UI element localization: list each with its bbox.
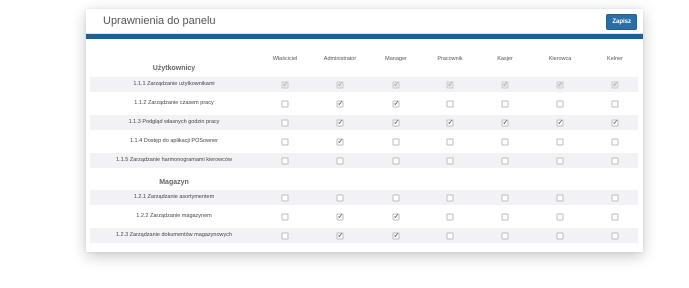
permission-label: 1.2.2 Zarządzanie magazynem: [136, 213, 212, 219]
permission-checkbox[interactable]: [336, 231, 344, 240]
permission-label: 1.1.4 Dostęp do aplikacji POSowner: [129, 138, 219, 144]
permission-checkbox: [336, 80, 344, 89]
permission-checkbox[interactable]: [336, 118, 344, 127]
permission-checkbox[interactable]: [392, 212, 400, 221]
permission-checkbox[interactable]: [336, 137, 344, 146]
permission-checkbox[interactable]: [281, 213, 289, 220]
permission-checkbox[interactable]: [501, 232, 509, 239]
permission-row: 1.1.3 Podgląd własnych godzin pracy: [90, 115, 638, 130]
column-header: Administrator: [323, 56, 357, 62]
permission-checkbox[interactable]: [446, 100, 454, 107]
permission-checkbox[interactable]: [556, 138, 564, 145]
permission-checkbox[interactable]: [446, 138, 454, 145]
panel-header: Uprawnienia do panelu Zapisz: [86, 9, 643, 34]
permission-label: 1.1.1 Zarządzanie użytkownikami: [133, 81, 215, 87]
accent-bar: [86, 34, 643, 39]
permission-label: 1.2.3 Zarządzanie dokumentów magazynowyc…: [115, 232, 233, 238]
permission-row: 1.2.3 Zarządzanie dokumentów magazynowyc…: [90, 228, 638, 243]
permission-checkbox: [501, 80, 509, 89]
permission-checkbox[interactable]: [501, 138, 509, 145]
permission-checkbox[interactable]: [336, 212, 344, 221]
permission-row: 1.1.4 Dostęp do aplikacji POSowner: [90, 134, 638, 149]
permission-checkbox[interactable]: [446, 232, 454, 239]
permission-row: 1.2.2 Zarządzanie magazynem: [90, 209, 638, 224]
permission-label: 1.2.1 Zarządzanie asortymentem: [133, 194, 215, 200]
column-header-row: Właściciel Administrator Manager Pracownik K…: [86, 56, 643, 64]
permission-checkbox[interactable]: [392, 99, 400, 108]
permission-checkbox[interactable]: [556, 100, 564, 107]
column-header: Pracownik: [437, 56, 463, 62]
permission-checkbox[interactable]: [501, 118, 509, 127]
permission-checkbox[interactable]: [281, 194, 289, 201]
permission-checkbox[interactable]: [392, 157, 400, 164]
permission-checkbox: [611, 80, 619, 89]
permission-row: 1.1.1 Zarządzanie użytkownikami: [90, 77, 638, 92]
permission-label: 1.1.3 Podgląd własnych godzin pracy: [128, 119, 220, 125]
permission-checkbox[interactable]: [501, 100, 509, 107]
permission-checkbox[interactable]: [556, 213, 564, 220]
permission-checkbox: [281, 80, 289, 89]
permission-checkbox[interactable]: [336, 99, 344, 108]
permission-checkbox[interactable]: [281, 232, 289, 239]
permissions-panel: Uprawnienia do panelu Zapisz Właściciel A…: [86, 9, 643, 252]
permission-row: 1.1.2 Zarządzanie czasem pracy: [90, 96, 638, 111]
permission-checkbox[interactable]: [501, 157, 509, 164]
permission-checkbox[interactable]: [611, 100, 619, 107]
permission-checkbox[interactable]: [281, 100, 289, 107]
permission-checkbox: [392, 80, 400, 89]
column-header: Kelner: [607, 56, 623, 62]
permission-checkbox[interactable]: [556, 157, 564, 164]
panel-title: Uprawnienia do panelu: [103, 15, 216, 27]
column-header: Manager: [385, 56, 407, 62]
permission-checkbox[interactable]: [446, 213, 454, 220]
permission-checkbox[interactable]: [336, 194, 344, 201]
permission-checkbox[interactable]: [281, 138, 289, 145]
permission-checkbox[interactable]: [281, 119, 289, 126]
permission-checkbox[interactable]: [611, 232, 619, 239]
permission-checkbox[interactable]: [611, 194, 619, 201]
permission-checkbox[interactable]: [501, 213, 509, 220]
permission-checkbox[interactable]: [446, 194, 454, 201]
permission-checkbox[interactable]: [611, 118, 619, 127]
permission-checkbox[interactable]: [611, 213, 619, 220]
permission-checkbox: [446, 80, 454, 89]
permission-checkbox[interactable]: [446, 118, 454, 127]
permission-label: 1.1.2 Zarządzanie czasem pracy: [134, 100, 214, 106]
column-header: Kierowca: [548, 56, 572, 62]
permission-checkbox[interactable]: [392, 118, 400, 127]
permission-checkbox[interactable]: [281, 157, 289, 164]
permission-row: 1.2.1 Zarządzanie asortymentem: [90, 190, 638, 205]
section-title: Użytkownicy: [152, 65, 196, 72]
save-button[interactable]: Zapisz: [606, 14, 637, 30]
permission-checkbox[interactable]: [501, 194, 509, 201]
permission-checkbox: [556, 80, 564, 89]
permission-checkbox[interactable]: [392, 194, 400, 201]
permission-row: 1.1.5 Zarządzanie harmonogramami kierowc…: [90, 153, 638, 168]
permission-checkbox[interactable]: [556, 118, 564, 127]
permission-checkbox[interactable]: [392, 138, 400, 145]
permission-label: 1.1.5 Zarządzanie harmonogramami kierowc…: [116, 157, 232, 163]
permission-checkbox[interactable]: [446, 157, 454, 164]
permission-checkbox[interactable]: [556, 232, 564, 239]
permission-checkbox[interactable]: [392, 231, 400, 240]
permission-checkbox[interactable]: [556, 194, 564, 201]
column-header: Właściciel: [272, 56, 298, 62]
section-title: Magazyn: [159, 179, 189, 186]
permission-checkbox[interactable]: [336, 157, 344, 164]
permission-checkbox[interactable]: [611, 157, 619, 164]
permission-checkbox[interactable]: [611, 138, 619, 145]
column-header: Kasjer: [497, 56, 513, 62]
